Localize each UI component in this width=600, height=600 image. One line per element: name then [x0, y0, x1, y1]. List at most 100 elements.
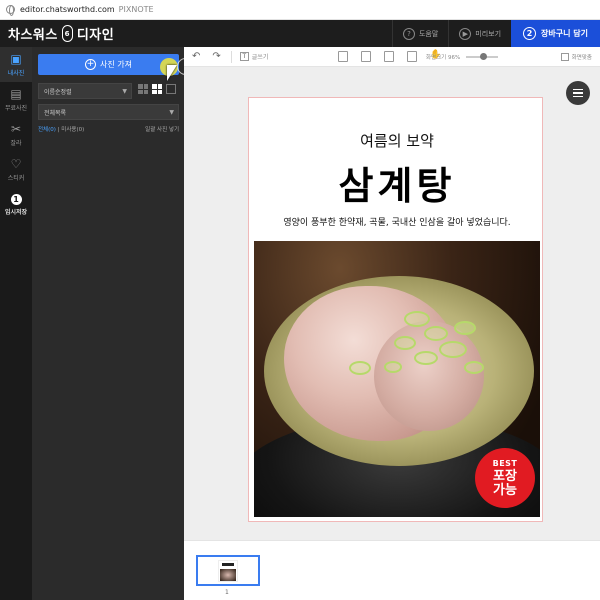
- scallion-slice: [394, 336, 416, 350]
- thumbnail-photo: [220, 569, 236, 581]
- design-title[interactable]: 삼계탕: [254, 155, 540, 210]
- rail-label: 임시저장: [4, 208, 28, 216]
- header-actions: ? 도움말 ▶ 미리보기 2 장바구니 담기: [391, 20, 600, 47]
- preview-label: 미리보기: [475, 29, 502, 38]
- play-icon: ▶: [459, 27, 472, 40]
- app-header: 차스워스 6 디자인 ? 도움말 ▶ 미리보기 2 장바구니 담기: [0, 20, 600, 47]
- large-view-icon[interactable]: [166, 84, 176, 94]
- zoom-label: 화면크기 96%: [426, 55, 461, 61]
- rail-label: 무료사진: [4, 104, 28, 112]
- mouse-cursor-icon: [167, 65, 177, 81]
- heart-icon: ♡: [10, 156, 22, 171]
- sort-value: 이름순정렬: [44, 88, 72, 96]
- chevron-down-icon: ▼: [169, 109, 174, 116]
- scallion-slice: [414, 351, 438, 365]
- layers-icon-line: [573, 88, 583, 91]
- view-toggle: [138, 84, 176, 94]
- design-description[interactable]: 영양이 풍부한 한약재, 곡물, 국내산 인삼을 갈아 넣었습니다.: [254, 215, 540, 228]
- thumbnail-title: [222, 563, 234, 566]
- design-page[interactable]: 여름의 보약 삼계탕 영양이 풍부한 한약재, 곡물, 국내산 인삼을 갈아 넣…: [248, 97, 543, 522]
- badge-line-best: BEST: [492, 458, 518, 468]
- fit-screen-icon: [560, 53, 569, 61]
- rail-label: 잘라: [10, 139, 22, 147]
- zoom-slider[interactable]: [466, 53, 499, 60]
- cart-step-icon: 2: [523, 27, 537, 40]
- zoom-slider-knob[interactable]: [480, 53, 488, 60]
- bulk-insert-link[interactable]: 일괄 사진 넣기: [145, 125, 179, 133]
- add-to-cart-button[interactable]: 2 장바구니 담기: [511, 20, 600, 47]
- brand-left: 차스워스: [8, 28, 58, 43]
- scissors-icon: ✂: [10, 121, 22, 136]
- help-label: 도움말: [418, 29, 439, 38]
- page-number: 1: [225, 589, 229, 596]
- write-text-button[interactable]: T 글쓰기: [239, 52, 269, 61]
- editor-canvas: 여름의 보약 삼계탕 영양이 풍부한 한약재, 곡물, 국내산 인삼을 갈아 넣…: [184, 67, 600, 540]
- scallion-slice: [384, 361, 402, 373]
- folder-select[interactable]: 전체목록 ▼: [38, 104, 179, 120]
- write-text-label: 글쓰기: [251, 54, 269, 61]
- scallion-slice: [439, 341, 467, 358]
- badge-line-available: 가능: [493, 482, 517, 498]
- scallion-slice: [349, 361, 371, 375]
- cart-label: 장바구니 담기: [541, 29, 588, 38]
- rail-item-stickers[interactable]: ♡ 스티커: [0, 152, 32, 187]
- design-page-inner: 여름의 보약 삼계탕 영양이 풍부한 한약재, 곡물, 국내산 인삼을 갈아 넣…: [254, 102, 540, 520]
- free-photo-icon: ▤: [10, 86, 22, 101]
- monitor-icon[interactable]: [361, 51, 371, 62]
- page-thumbnail[interactable]: [196, 555, 260, 586]
- thumbnail-preview: [218, 560, 238, 582]
- brand-right: 디자인: [76, 28, 115, 43]
- page-strip: 1: [184, 540, 600, 600]
- rail-item-free-photos[interactable]: ▤ 무료사진: [0, 82, 32, 117]
- chevron-down-icon: ▼: [122, 88, 127, 95]
- zoom-control: 화면크기 96%: [426, 53, 499, 61]
- frame-icon[interactable]: [407, 51, 417, 62]
- page-icon[interactable]: [338, 51, 348, 62]
- add-photo-label: 사진 가져: [100, 60, 132, 69]
- globe-icon: [6, 5, 15, 16]
- undo-icon[interactable]: ↶: [192, 51, 200, 62]
- editor-toolbar: ↶ ↷ T 글쓰기 ✋ 화면크기 96% 화면맞춤: [184, 47, 600, 67]
- scallion-slice: [424, 326, 448, 341]
- layers-icon-line: [573, 92, 583, 94]
- rail-item-temp-save[interactable]: 1 임시저장: [0, 187, 32, 222]
- redo-icon[interactable]: ↷: [212, 51, 220, 62]
- filter-unused[interactable]: 미사용(0): [61, 127, 84, 133]
- list-view-icon[interactable]: [138, 84, 148, 94]
- toolbar-divider: [230, 50, 232, 63]
- tool-rail: ▣ 내사진 ▤ 무료사진 ✂ 잘라 ♡ 스티커 1 임시저장: [0, 47, 32, 600]
- browser-address-bar[interactable]: editor.chatsworthd.com PIXNOTE: [0, 0, 600, 20]
- sort-select[interactable]: 이름순정렬 ▼: [38, 83, 132, 99]
- photo-filter-row: 전체(0) | 미사용(0) 일괄 사진 넣기: [38, 125, 179, 133]
- image-frame-icon[interactable]: [384, 51, 394, 62]
- scallion-slice: [404, 311, 430, 327]
- rail-item-crop[interactable]: ✂ 잘라: [0, 117, 32, 152]
- best-takeout-badge[interactable]: BEST 포장 가능: [475, 448, 535, 508]
- photo-icon: ▣: [10, 51, 22, 66]
- design-subtitle[interactable]: 여름의 보약: [254, 130, 540, 151]
- scallion-slice: [464, 361, 484, 374]
- photo-panel: + 사진 가져 이름순정렬 ▼ 전체목록 ▼ 전체(0) | 미사용(0) 일괄…: [32, 47, 194, 600]
- brand-number-badge: 6: [61, 25, 73, 42]
- text-icon: T: [239, 52, 249, 61]
- browser-url[interactable]: editor.chatsworthd.com: [20, 5, 115, 14]
- add-photo-button[interactable]: + 사진 가져: [38, 54, 179, 75]
- layers-icon-line: [573, 95, 583, 98]
- rail-item-my-photos[interactable]: ▣ 내사진: [0, 47, 32, 82]
- help-button[interactable]: ? 도움말: [391, 20, 448, 47]
- rail-label: 내사진: [7, 69, 25, 77]
- fit-screen-button[interactable]: 화면맞춤: [560, 53, 592, 61]
- temp-save-count-icon: 1: [10, 193, 22, 205]
- question-icon: ?: [402, 27, 415, 40]
- browser-url-suffix: PIXNOTE: [118, 5, 154, 14]
- grid-view-icon[interactable]: [152, 84, 162, 94]
- scallion-slice: [454, 321, 476, 335]
- brand-logo: 차스워스 6 디자인: [0, 24, 114, 43]
- badge-line-takeout: 포장: [493, 468, 517, 484]
- preview-button[interactable]: ▶ 미리보기: [448, 20, 511, 47]
- rail-label: 스티커: [7, 174, 25, 182]
- layers-menu-button[interactable]: [566, 81, 590, 105]
- filter-all[interactable]: 전체(0): [38, 127, 56, 133]
- fit-screen-label: 화면맞춤: [571, 55, 592, 61]
- plus-icon: +: [85, 59, 96, 70]
